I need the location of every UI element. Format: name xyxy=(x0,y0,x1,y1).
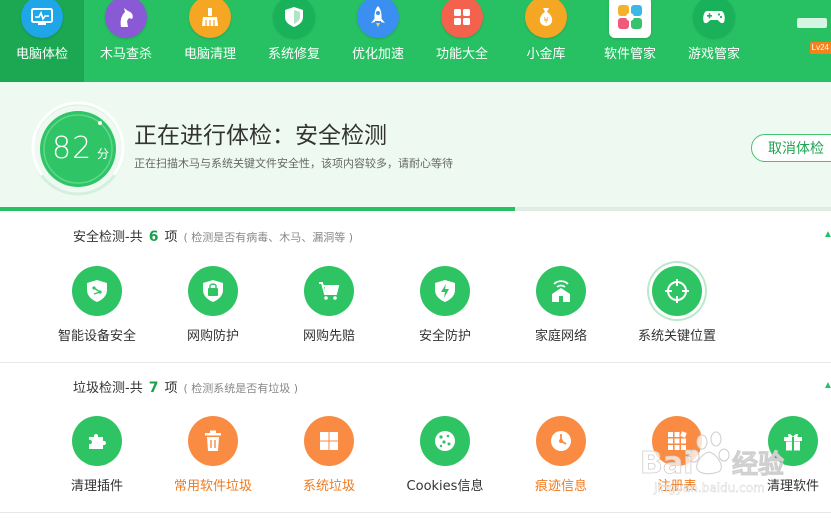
nav-label: 游戏管家 xyxy=(687,47,740,62)
item-label: 常用软件垃圾 xyxy=(173,479,252,494)
lightning-shield-icon xyxy=(420,266,470,316)
item-label: 清理插件 xyxy=(70,479,123,494)
status-title: 正在进行体检：安全检测 xyxy=(134,123,387,149)
section-note: ( 检测系统是否有垃圾 ) xyxy=(183,382,299,395)
level-badge: Lv24 xyxy=(809,42,831,54)
nav-label: 系统修复 xyxy=(267,47,320,62)
item-label: 网购防护 xyxy=(186,329,239,344)
crosshair-icon xyxy=(652,266,702,316)
nav-label: 优化加速 xyxy=(351,47,404,62)
nav-item-game-manager[interactable]: 游戏管家 xyxy=(672,0,756,82)
horse-icon xyxy=(105,0,147,38)
section-title: 安全检测-共 xyxy=(73,230,143,245)
scan-progress-bar xyxy=(0,207,831,211)
check-item-system-key-location[interactable]: 系统关键位置 xyxy=(622,266,732,344)
check-item-clean-plugins[interactable]: 清理插件 xyxy=(42,416,152,494)
home-wifi-icon xyxy=(536,266,586,316)
nav-label: 木马查杀 xyxy=(99,47,152,62)
check-item-security-protect[interactable]: 安全防护 xyxy=(390,266,500,344)
money-bag-icon: ¥ xyxy=(525,0,567,38)
section-divider xyxy=(0,512,831,513)
section-note: ( 检测是否有病毒、木马、漏洞等 ) xyxy=(183,231,354,244)
windows-icon xyxy=(304,416,354,466)
nav-item-software-manager[interactable]: 软件管家 xyxy=(588,0,672,82)
item-label: 家庭网络 xyxy=(534,329,587,344)
check-item-cookies[interactable]: Cookies信息 xyxy=(390,416,500,494)
nav-item-system-repair[interactable]: 系统修复 xyxy=(252,0,336,82)
item-label: Cookies信息 xyxy=(406,479,484,494)
nav-item-pc-checkup[interactable]: 电脑体检 xyxy=(0,0,84,82)
nav-label: 功能大全 xyxy=(435,47,488,62)
item-label: 清理软件 xyxy=(766,479,819,494)
section-count: 7 xyxy=(148,380,159,396)
nav-label: 电脑清理 xyxy=(183,47,236,62)
trash-icon xyxy=(188,416,238,466)
item-label: 网购先赔 xyxy=(302,329,355,344)
grid-icon xyxy=(441,0,483,38)
nav-item-pc-clean[interactable]: 电脑清理 xyxy=(168,0,252,82)
check-item-home-network[interactable]: 家庭网络 xyxy=(506,266,616,344)
check-item-traces[interactable]: 痕迹信息 xyxy=(506,416,616,494)
status-subtitle: 正在扫描木马与系统关键文件安全性，该项内容较多，请耐心等待 xyxy=(134,157,453,170)
item-label: 系统垃圾 xyxy=(302,479,355,494)
monitor-check-icon xyxy=(21,0,63,38)
scan-progress-fill xyxy=(0,207,516,211)
item-label: 安全防护 xyxy=(418,329,471,344)
broom-icon xyxy=(189,0,231,38)
score-unit: 分 xyxy=(97,147,110,161)
score-value: 82 xyxy=(52,131,93,166)
item-label: 注册表 xyxy=(657,479,697,494)
section-unit: 项 xyxy=(164,230,178,245)
collapse-arrow-icon[interactable]: ▲ xyxy=(823,380,831,391)
security-section-header: 安全检测-共 6 项 ( 检测是否有病毒、木马、漏洞等 ) xyxy=(73,226,353,245)
cancel-checkup-button[interactable]: 取消体检 xyxy=(751,134,831,162)
check-item-smart-device[interactable]: 智能设备安全 xyxy=(42,266,152,344)
nav-label: 小金库 xyxy=(526,47,566,62)
svg-text:¥: ¥ xyxy=(543,16,548,25)
section-unit: 项 xyxy=(164,381,178,396)
shield-icon xyxy=(273,0,315,38)
junk-section-header: 垃圾检测-共 7 项 ( 检测系统是否有垃圾 ) xyxy=(73,377,298,396)
item-label: 智能设备安全 xyxy=(57,329,136,344)
check-item-shopping-protect[interactable]: 网购防护 xyxy=(158,266,268,344)
shopping-cart-icon xyxy=(304,266,354,316)
nav-item-features[interactable]: 功能大全 xyxy=(420,0,504,82)
rocket-icon xyxy=(357,0,399,38)
collapse-arrow-icon[interactable]: ▲ xyxy=(823,229,831,240)
puzzle-icon xyxy=(72,416,122,466)
user-name-area[interactable] xyxy=(797,18,827,28)
gamepad-icon xyxy=(693,0,735,38)
section-count: 6 xyxy=(148,229,159,245)
nav-item-optimize[interactable]: 优化加速 xyxy=(336,0,420,82)
check-item-common-software-junk[interactable]: 常用软件垃圾 xyxy=(158,416,268,494)
gift-box-icon xyxy=(768,416,818,466)
shopping-bag-shield-icon xyxy=(188,266,238,316)
top-nav: 电脑体检 木马查杀 电脑清理 系统修复 优化加速 功能大全 ¥ 小金库 软件管家… xyxy=(0,0,831,82)
nav-item-trojan-scan[interactable]: 木马查杀 xyxy=(84,0,168,82)
section-divider xyxy=(0,362,831,363)
item-label: 系统关键位置 xyxy=(637,329,716,344)
nav-label: 电脑体检 xyxy=(15,47,68,62)
registry-grid-icon xyxy=(652,416,702,466)
check-item-shopping-compensation[interactable]: 网购先赔 xyxy=(274,266,384,344)
nav-item-treasury[interactable]: ¥ 小金库 xyxy=(504,0,588,82)
check-item-clean-software[interactable]: 清理软件 xyxy=(738,416,831,494)
cookie-icon xyxy=(420,416,470,466)
item-label: 痕迹信息 xyxy=(534,479,587,494)
section-title: 垃圾检测-共 xyxy=(73,381,143,396)
check-item-registry[interactable]: 注册表 xyxy=(622,416,732,494)
checkup-status-panel: 82 分 正在进行体检：安全检测 正在扫描木马与系统关键文件安全性，该项内容较多… xyxy=(0,82,831,208)
check-item-system-junk[interactable]: 系统垃圾 xyxy=(274,416,384,494)
trace-clock-icon xyxy=(536,416,586,466)
software-icon xyxy=(609,0,651,38)
nav-label: 软件管家 xyxy=(603,47,656,62)
smart-device-shield-icon xyxy=(72,266,122,316)
